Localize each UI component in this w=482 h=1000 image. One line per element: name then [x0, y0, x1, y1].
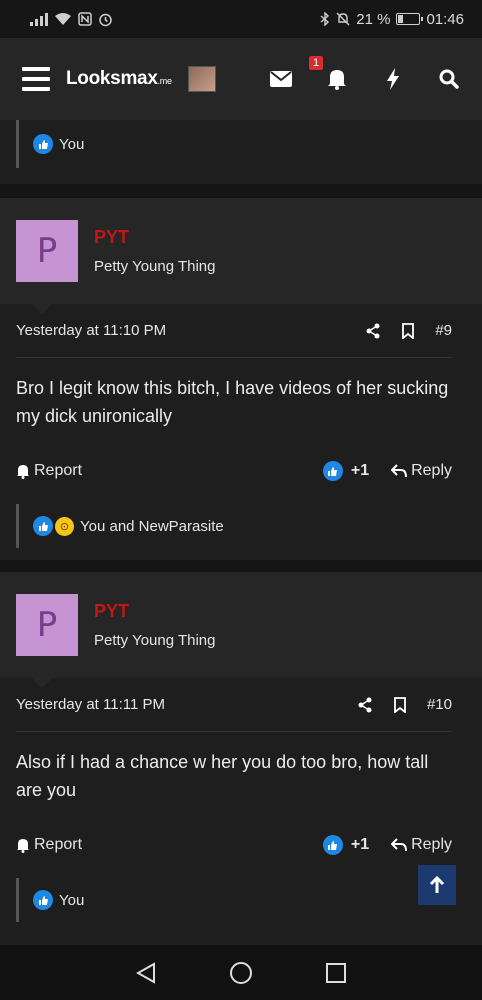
- system-nav-bar: [0, 945, 482, 1000]
- reaction-text: You: [59, 891, 85, 909]
- nfc-icon: [78, 12, 92, 26]
- post: P PYT Petty Young Thing Yesterday at 11:…: [0, 198, 482, 560]
- notification-badge: 1: [309, 56, 324, 70]
- site-logo[interactable]: Looksmax.me: [66, 68, 172, 90]
- reaction-bar[interactable]: You: [16, 120, 452, 168]
- bluetooth-icon: [320, 12, 330, 26]
- post-message: Bro I legit know this bitch, I have vide…: [16, 378, 449, 426]
- signal-icon: [30, 12, 48, 26]
- report-button[interactable]: Report: [16, 462, 82, 480]
- back-icon[interactable]: [136, 961, 156, 984]
- like-icon: [322, 835, 343, 855]
- like-icon: [33, 134, 53, 154]
- arrow-up-icon: [429, 876, 445, 893]
- like-icon: [33, 890, 53, 910]
- recents-icon[interactable]: [325, 962, 346, 983]
- reaction-bar[interactable]: ⊙ You and NewParasite: [16, 504, 452, 548]
- bookmark-icon[interactable]: [393, 696, 407, 713]
- like-button[interactable]: +1: [322, 835, 370, 855]
- post-number[interactable]: #10: [427, 696, 452, 713]
- like-icon: [33, 516, 53, 536]
- post-number[interactable]: #9: [435, 322, 452, 339]
- like-count: +1: [350, 836, 370, 853]
- share-icon[interactable]: [357, 697, 373, 713]
- avatar[interactable]: P: [16, 594, 78, 656]
- reply-icon: [391, 838, 408, 852]
- bookmark-icon[interactable]: [401, 322, 415, 339]
- like-button[interactable]: +1: [322, 461, 370, 481]
- clock: 01:46: [426, 10, 464, 28]
- post-user-row: P PYT Petty Young Thing: [0, 572, 482, 688]
- bell-icon: [17, 838, 29, 853]
- scroll-top-button[interactable]: [418, 865, 456, 905]
- username[interactable]: PYT: [94, 227, 216, 248]
- battery-icon: [396, 13, 424, 25]
- mute-bell-icon: [336, 12, 350, 26]
- search-icon[interactable]: [438, 68, 460, 90]
- reply-button[interactable]: Reply: [391, 836, 452, 854]
- report-button[interactable]: Report: [16, 836, 82, 854]
- like-count: +1: [350, 462, 370, 479]
- post-message: Also if I had a chance w her you do too …: [16, 752, 429, 800]
- status-bar: 21 % 01:46: [0, 0, 482, 38]
- reply-button[interactable]: Reply: [391, 462, 452, 480]
- reply-icon: [391, 464, 408, 478]
- menu-icon[interactable]: [22, 67, 50, 91]
- home-icon[interactable]: [229, 961, 253, 985]
- post-time[interactable]: Yesterday at 11:10 PM: [16, 322, 166, 339]
- site-header: Looksmax.me 1: [0, 38, 482, 120]
- user-title: Petty Young Thing: [94, 632, 216, 649]
- reaction-text: You and NewParasite: [80, 517, 224, 535]
- post: P PYT Petty Young Thing Yesterday at 11:…: [0, 572, 482, 945]
- laughing-emoji-icon: ⊙: [55, 516, 74, 536]
- lightning-icon[interactable]: [382, 68, 404, 90]
- alarm-icon: [99, 13, 112, 26]
- envelope-icon[interactable]: [270, 68, 292, 90]
- post-meta: Yesterday at 11:10 PM #9: [16, 304, 452, 358]
- post-actions: Report +1 Reply: [16, 820, 452, 870]
- thread-content: You P PYT Petty Young Thing Yesterday at…: [0, 120, 482, 945]
- avatar[interactable]: P: [16, 220, 78, 282]
- reaction-bar[interactable]: You: [16, 878, 452, 922]
- user-avatar[interactable]: [187, 66, 216, 92]
- share-icon[interactable]: [365, 323, 381, 339]
- wifi-icon: [55, 13, 71, 25]
- bell-icon: [17, 464, 29, 479]
- post-actions: Report +1 Reply: [16, 446, 452, 496]
- bell-icon[interactable]: 1: [309, 56, 348, 90]
- reaction-text: You: [59, 135, 85, 153]
- username[interactable]: PYT: [94, 601, 216, 622]
- post-meta: Yesterday at 11:11 PM #10: [16, 678, 452, 732]
- like-icon: [322, 461, 343, 481]
- user-title: Petty Young Thing: [94, 258, 216, 275]
- battery-percent: 21 %: [356, 10, 391, 28]
- post-user-row: P PYT Petty Young Thing: [0, 198, 482, 314]
- post-time[interactable]: Yesterday at 11:11 PM: [16, 696, 165, 713]
